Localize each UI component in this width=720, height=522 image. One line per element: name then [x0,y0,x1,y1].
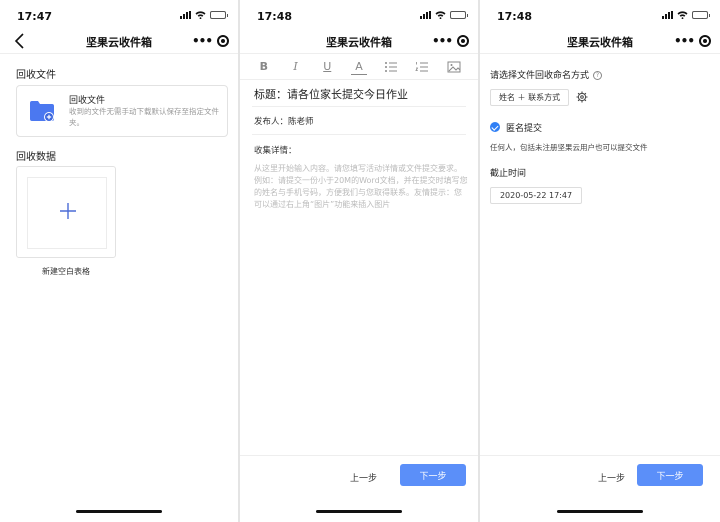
form-title-input[interactable]: 标题：请各位家长提交今日作业 [254,86,408,102]
signal-icon [180,11,191,19]
section-recycle-files: 回收文件 [16,70,56,81]
new-table-inner [27,177,107,249]
system-icons [420,11,468,19]
numbered-list-icon[interactable] [414,59,430,75]
font-color-button[interactable]: A [350,59,367,75]
more-icon[interactable]: ••• [674,35,695,47]
home-indicator [76,510,162,513]
signal-icon [420,11,431,19]
status-bar: 17:48 [240,0,478,30]
detail-label: 收集详情： [254,146,297,156]
next-step-button[interactable]: 下一步 [637,464,703,486]
help-icon[interactable]: ? [593,71,603,80]
status-time: 17:47 [17,10,53,23]
gear-icon[interactable] [576,91,588,103]
battery-icon [210,11,228,19]
status-time: 17:48 [257,10,293,23]
signal-icon [662,11,673,19]
divider [252,134,466,135]
home-indicator [557,510,643,513]
new-table-label: 新建空白表格 [42,267,90,276]
card-description: 收到的文件无需手动下载默认保存至指定文件夹。 [69,107,219,127]
more-icon[interactable]: ••• [192,35,213,47]
wifi-icon [677,11,688,19]
naming-method-select[interactable]: 姓名 ＋ 联系方式 [490,89,570,106]
screen-recycle-home: 17:47 坚果云收件箱 ••• 回收文件 回收文件 收到的文件无需手动下载默认… [0,0,238,522]
status-bar: 17:48 [480,0,720,30]
nav-bar: 坚果云收件箱 ••• [240,30,478,54]
check-icon[interactable] [490,122,500,132]
image-icon[interactable] [446,59,462,75]
plus-icon [60,203,76,219]
footer-actions: 上一步 下一步 [240,464,478,494]
new-blank-table-button[interactable] [16,166,116,258]
bold-button[interactable]: B [256,59,272,75]
more-icon[interactable]: ••• [432,35,453,47]
nav-bar: 坚果云收件箱 ••• [480,30,720,54]
status-time: 17:48 [497,10,533,23]
recycle-files-card[interactable]: 回收文件 收到的文件无需手动下载默认保存至指定文件夹。 [16,85,228,137]
anonymous-submit-desc: 任何人，包括未注册坚果云用户也可以提交文件 [490,143,648,152]
detail-textarea[interactable]: 从这里开始输入内容。请您填写活动详情或文件提交要求。例如：请提交一份小于20M的… [254,163,468,211]
prev-step-button[interactable]: 上一步 [598,471,625,484]
naming-method-text: 请选择文件回收命名方式 [490,71,590,81]
section-recycle-data: 回收数据 [16,152,56,163]
status-bar: 17:47 [0,0,238,30]
target-icon[interactable] [699,35,711,47]
deadline-input[interactable]: 2020-05-22 17:47 [490,187,582,204]
bullet-list-icon[interactable] [383,59,399,75]
anonymous-submit-label[interactable]: 匿名提交 [506,121,542,134]
deadline-label: 截止时间 [490,169,527,179]
next-step-button[interactable]: 下一步 [400,464,466,486]
target-icon[interactable] [457,35,469,47]
footer-divider [480,455,720,456]
footer-divider [240,455,478,456]
naming-method-label: 请选择文件回收命名方式? [490,68,603,81]
divider [252,106,466,107]
target-icon[interactable] [217,35,229,47]
screen-editor: 17:48 坚果云收件箱 ••• B I U A 标题：请各位家长提交今日作业 … [240,0,478,522]
italic-button[interactable]: I [288,59,304,75]
underline-button[interactable]: U [319,59,335,75]
home-indicator [316,510,402,513]
system-icons [662,11,710,19]
folder-plus-icon [30,101,54,122]
battery-icon [692,11,710,19]
battery-icon [450,11,468,19]
wifi-icon [195,11,206,19]
screen-settings: 17:48 坚果云收件箱 ••• 请选择文件回收命名方式? 姓名 ＋ 联系方式 … [480,0,720,522]
publisher-field[interactable]: 发布人：陈老师 [254,115,314,127]
wifi-icon [435,11,446,19]
system-icons [180,11,228,19]
card-title: 回收文件 [69,96,106,106]
prev-step-button[interactable]: 上一步 [350,471,377,484]
nav-bar: 坚果云收件箱 ••• [0,30,238,54]
footer-actions: 上一步 下一步 [480,464,720,494]
rich-text-toolbar: B I U A [240,54,478,80]
